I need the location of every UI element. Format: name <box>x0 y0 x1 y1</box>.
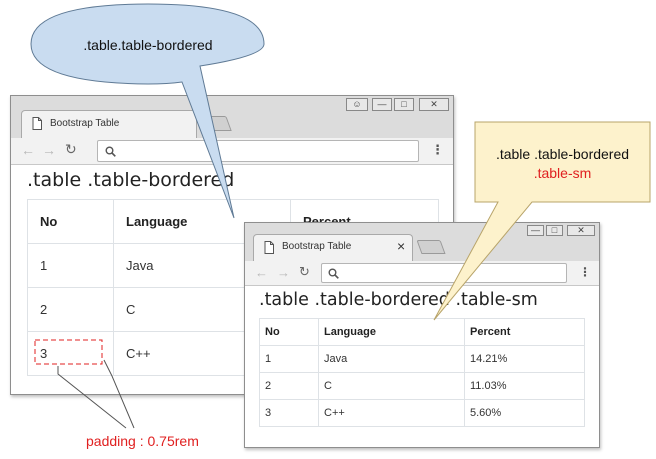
yellow-callout-line1: .table .table-bordered <box>495 146 630 162</box>
callout-layer <box>30 3 651 429</box>
yellow-callout-line2: .table-sm <box>533 165 592 181</box>
padding-annotation: padding : 0.75rem <box>86 433 199 449</box>
stage: ☺ — □ ✕ Bootstrap Table ← → ↻ ⋮ .table . <box>0 0 656 459</box>
blue-bubble-text: .table.table-bordered <box>83 37 213 53</box>
padding-pointer-lines <box>57 359 135 429</box>
padding-highlight-box <box>34 339 103 365</box>
